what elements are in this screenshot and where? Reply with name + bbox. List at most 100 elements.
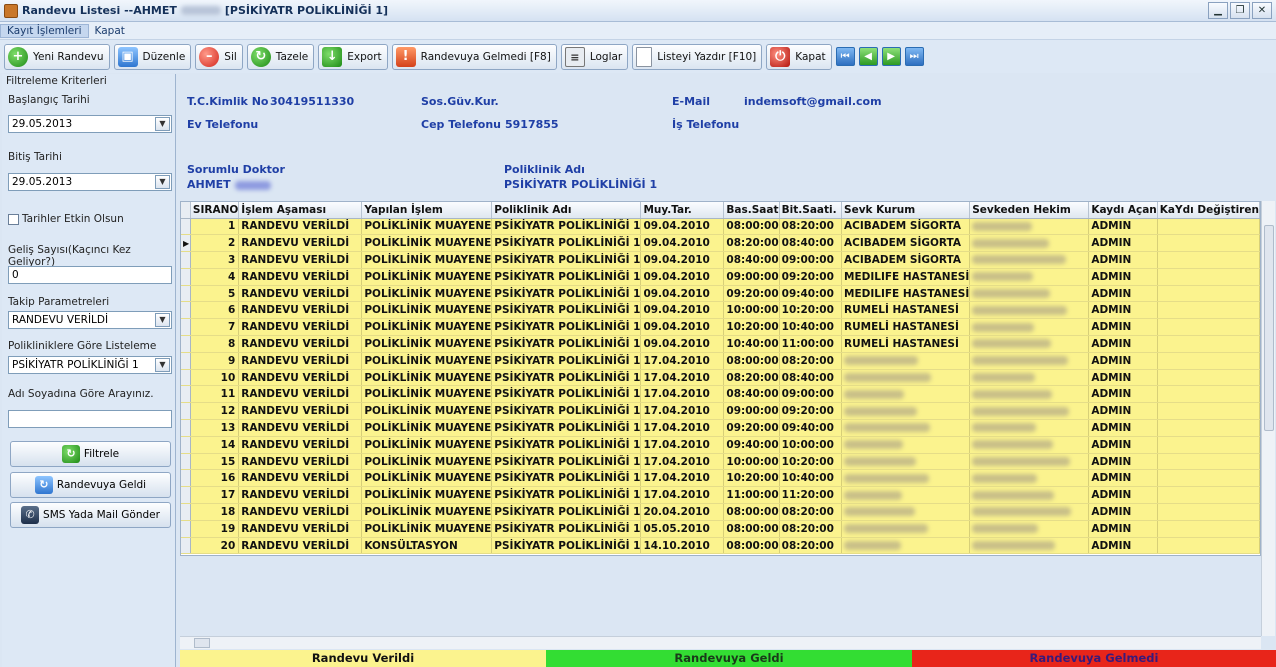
table-row[interactable]: 12 RANDEVU VERİLDİ POLİKLİNİK MUAYENE PSİKİ… (181, 402, 1260, 421)
row-indicator[interactable] (181, 335, 191, 353)
row-indicator[interactable] (181, 486, 191, 505)
chevron-down-icon[interactable]: ▼ (155, 358, 170, 372)
tracking-select[interactable]: RANDEVU VERİLDİ ▼ (8, 311, 172, 329)
end-date-picker[interactable]: 29.05.2013 ▼ (8, 173, 172, 191)
row-indicator[interactable] (181, 352, 191, 370)
minimize-button[interactable]: ▁ (1208, 2, 1228, 19)
row-indicator[interactable] (181, 503, 191, 521)
filter-button[interactable]: ↻ Filtrele (10, 441, 171, 467)
table-cell: 09.04.2010 (640, 218, 725, 236)
clinic-filter-select[interactable]: PSİKİYATR POLİKLİNİĞİ 1 ▼ (8, 356, 172, 374)
table-row[interactable]: 3 RANDEVU VERİLDİ POLİKLİNİK MUAYENE PSİKİY… (181, 251, 1260, 269)
column-header[interactable]: Poliklinik Adı (491, 202, 642, 219)
name-search-input[interactable] (8, 410, 172, 428)
table-cell: POLİKLİNİK MUAYENE (361, 335, 493, 353)
table-row[interactable]: 14 RANDEVU VERİLDİ POLİKLİNİK MUAYENE PSİKİ… (181, 436, 1260, 454)
edit-button[interactable]: ▣ Düzenle (113, 43, 192, 70)
table-row[interactable]: 13 RANDEVU VERİLDİ POLİKLİNİK MUAYENE PSİKİ… (181, 419, 1260, 437)
table-row[interactable]: 16 RANDEVU VERİLDİ POLİKLİNİK MUAYENE PSİKİ… (181, 469, 1260, 488)
menu-close[interactable]: Kapat (89, 25, 131, 37)
table-cell: POLİKLİNİK MUAYENE (361, 318, 493, 337)
previous-record-icon[interactable]: ◀ (858, 47, 878, 66)
row-indicator[interactable] (181, 385, 191, 404)
column-header[interactable]: Kaydı Açan (1088, 202, 1158, 219)
table-row[interactable]: ▶ 2 RANDEVU VERİLDİ POLİKLİNİK MUAYENE PSİKİ… (181, 234, 1260, 253)
row-indicator[interactable] (181, 436, 191, 454)
row-indicator[interactable] (181, 318, 191, 337)
row-indicator[interactable] (181, 469, 191, 488)
table-row[interactable]: 4 RANDEVU VERİLDİ POLİKLİNİK MUAYENE PSİKİY… (181, 268, 1260, 286)
table-row[interactable]: 11 RANDEVU VERİLDİ POLİKLİNİK MUAYENE PSİKİ… (181, 385, 1260, 404)
no-show-button[interactable]: ! Randevuya Gelmedi [F8] (391, 43, 557, 70)
close-button[interactable]: ⏻ Kapat (766, 43, 832, 70)
dates-active-checkbox[interactable] (8, 214, 19, 225)
refresh-button[interactable]: ↻ Tazele (246, 43, 315, 70)
column-header[interactable]: İşlem Aşaması (238, 202, 363, 219)
table-row[interactable]: 7 RANDEVU VERİLDİ POLİKLİNİK MUAYENE PSİKİY… (181, 318, 1260, 337)
vertical-scroll-thumb[interactable] (1264, 225, 1274, 431)
new-appointment-button[interactable]: + Yeni Randevu (4, 43, 110, 70)
table-row[interactable]: 17 RANDEVU VERİLDİ POLİKLİNİK MUAYENE PSİKİ… (181, 486, 1260, 505)
next-record-icon[interactable]: ▶ (881, 47, 901, 66)
row-indicator[interactable] (181, 301, 191, 320)
table-row[interactable]: 18 RANDEVU VERİLDİ POLİKLİNİK MUAYENE PSİKİ… (181, 503, 1260, 521)
maximize-button[interactable]: ❐ (1230, 2, 1250, 19)
table-row[interactable]: 15 RANDEVU VERİLDİ POLİKLİNİK MUAYENE PSİKİ… (181, 453, 1260, 471)
chevron-down-icon[interactable]: ▼ (155, 313, 170, 327)
appointment-arrived-button[interactable]: ↻ Randevuya Geldi (10, 472, 171, 498)
chevron-down-icon[interactable]: ▼ (155, 117, 170, 131)
first-record-icon[interactable]: ⏮ (835, 47, 855, 66)
table-row[interactable]: 10 RANDEVU VERİLDİ POLİKLİNİK MUAYENE PSİKİ… (181, 369, 1260, 387)
row-indicator[interactable] (181, 537, 191, 555)
table-cell (969, 369, 1090, 387)
table-row[interactable]: 9 RANDEVU VERİLDİ POLİKLİNİK MUAYENE PSİKİY… (181, 352, 1260, 370)
table-row[interactable]: 8 RANDEVU VERİLDİ POLİKLİNİK MUAYENE PSİKİY… (181, 335, 1260, 353)
table-cell: ADMIN (1088, 352, 1158, 370)
row-indicator[interactable] (181, 419, 191, 437)
chevron-down-icon[interactable]: ▼ (155, 175, 170, 189)
horizontal-scrollbar[interactable] (180, 636, 1261, 649)
row-indicator[interactable] (181, 218, 191, 236)
table-cell: 15 (190, 453, 240, 471)
row-indicator[interactable] (181, 285, 191, 303)
table-cell: 17.04.2010 (640, 402, 725, 421)
row-indicator[interactable]: ▶ (181, 234, 191, 253)
table-cell: RANDEVU VERİLDİ (238, 234, 363, 253)
row-indicator[interactable] (181, 369, 191, 387)
logs-button[interactable]: ≡ Loglar (560, 43, 629, 70)
redacted-text (972, 305, 1068, 315)
table-row[interactable]: 6 RANDEVU VERİLDİ POLİKLİNİK MUAYENE PSİKİY… (181, 301, 1260, 320)
table-cell: 10:20:00 (779, 453, 843, 471)
start-date-picker[interactable]: 29.05.2013 ▼ (8, 115, 172, 133)
print-list-button[interactable]: Listeyi Yazdır [F10] (632, 43, 763, 70)
column-header[interactable]: Sevk Kurum (841, 202, 971, 219)
menu-record-operations[interactable]: Kayıt İşlemleri (0, 23, 89, 38)
column-header[interactable]: Bit.Saati. (779, 202, 843, 219)
table-cell: ADMIN (1088, 520, 1158, 538)
last-record-icon[interactable]: ⏭ (904, 47, 924, 66)
table-row[interactable]: 5 RANDEVU VERİLDİ POLİKLİNİK MUAYENE PSİKİY… (181, 285, 1260, 303)
column-header[interactable]: Muy.Tar. (640, 202, 725, 219)
column-header[interactable]: Bas.Saat (723, 202, 780, 219)
row-indicator[interactable] (181, 453, 191, 471)
row-indicator[interactable] (181, 402, 191, 421)
vertical-scrollbar[interactable] (1261, 201, 1275, 636)
row-indicator[interactable] (181, 268, 191, 286)
sms-mail-button[interactable]: ✆ SMS Yada Mail Gönder (10, 502, 171, 528)
row-indicator[interactable] (181, 251, 191, 269)
table-cell: POLİKLİNİK MUAYENE (361, 419, 493, 437)
table-row[interactable]: 20 RANDEVU VERİLDİ KONSÜLTASYON PSİKİYATR P… (181, 537, 1260, 555)
visit-count-input[interactable]: 0 (8, 266, 172, 284)
delete-button[interactable]: – Sil (195, 43, 243, 70)
table-row[interactable]: 19 RANDEVU VERİLDİ POLİKLİNİK MUAYENE PSİKİ… (181, 520, 1260, 538)
export-button[interactable]: ↓ Export (318, 43, 388, 70)
column-header[interactable]: KaYdı Değiştiren (1157, 202, 1260, 219)
row-indicator[interactable] (181, 520, 191, 538)
table-row[interactable]: 1 RANDEVU VERİLDİ POLİKLİNİK MUAYENE PSİKİY… (181, 218, 1260, 236)
horizontal-scroll-thumb[interactable] (194, 638, 210, 648)
column-header[interactable]: Yapılan İşlem (361, 202, 493, 219)
close-window-button[interactable]: ✕ (1252, 2, 1272, 19)
column-header[interactable]: Sevkeden Hekim (969, 202, 1090, 219)
column-header[interactable]: SIRANO (190, 202, 240, 219)
table-cell: 17.04.2010 (640, 486, 725, 505)
